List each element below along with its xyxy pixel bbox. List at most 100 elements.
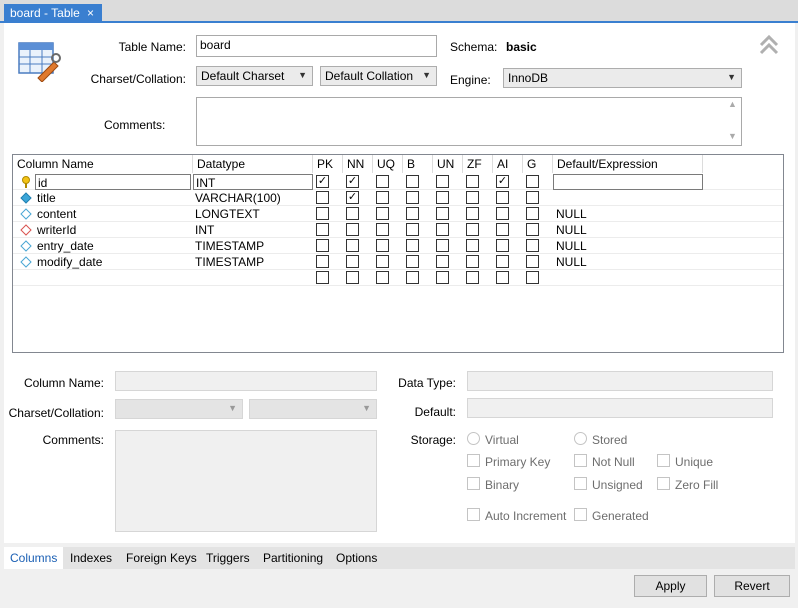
uq-checkbox[interactable] — [376, 191, 389, 204]
datatype-cell[interactable]: TIMESTAMP — [193, 238, 313, 254]
ai-checkbox[interactable] — [496, 239, 509, 252]
scroll-up-icon[interactable]: ▲ — [728, 99, 737, 109]
ai-checkbox[interactable] — [496, 191, 509, 204]
zf-checkbox[interactable] — [466, 191, 479, 204]
uq-checkbox[interactable] — [376, 239, 389, 252]
pk-checkbox[interactable] — [316, 207, 329, 220]
pk-checkbox[interactable] — [316, 191, 329, 204]
pk-checkbox[interactable] — [316, 223, 329, 236]
pk-checkbox[interactable]: ✓ — [316, 175, 329, 188]
datatype-cell[interactable]: INT — [193, 174, 313, 190]
un-checkbox[interactable] — [436, 223, 449, 236]
zf-checkbox[interactable] — [466, 271, 479, 284]
columns-grid[interactable]: Column Name Datatype PK NN UQ B UN ZF AI… — [12, 154, 784, 353]
tab-indexes[interactable]: Indexes — [64, 547, 118, 569]
engine-select[interactable]: InnoDB ▼ — [503, 68, 742, 88]
b-checkbox[interactable] — [406, 271, 419, 284]
datatype-cell[interactable]: INT — [193, 222, 313, 238]
un-checkbox[interactable] — [436, 207, 449, 220]
default-expression-cell[interactable] — [553, 174, 703, 190]
default-expression-cell[interactable]: NULL — [553, 222, 703, 238]
datatype-cell[interactable]: TIMESTAMP — [193, 254, 313, 270]
b-checkbox[interactable] — [406, 175, 419, 188]
pk-checkbox[interactable] — [316, 255, 329, 268]
comments-scrollbar[interactable]: ▲ ▼ — [725, 98, 741, 145]
b-checkbox[interactable] — [406, 239, 419, 252]
scroll-down-icon[interactable]: ▼ — [728, 131, 737, 141]
collation-select[interactable]: Default Collation ▼ — [320, 66, 437, 86]
default-expression-cell[interactable]: NULL — [553, 206, 703, 222]
nn-checkbox[interactable] — [346, 271, 359, 284]
table-row[interactable]: modify_date TIMESTAMP NULL — [13, 254, 783, 270]
nn-checkbox[interactable] — [346, 239, 359, 252]
binary-checkbox[interactable] — [467, 477, 480, 490]
zero-fill-checkbox[interactable] — [657, 477, 670, 490]
column-name-cell[interactable]: title — [35, 190, 191, 206]
table-row[interactable]: entry_date TIMESTAMP NULL — [13, 238, 783, 254]
uq-checkbox[interactable] — [376, 271, 389, 284]
g-checkbox[interactable] — [526, 207, 539, 220]
nn-checkbox[interactable] — [346, 255, 359, 268]
column-name-cell[interactable]: content — [35, 206, 191, 222]
table-row[interactable]: id INT ✓ ✓ ✓ — [13, 174, 783, 190]
table-editor-tab[interactable]: board - Table × — [4, 4, 102, 23]
unique-checkbox[interactable] — [657, 454, 670, 467]
ai-checkbox[interactable]: ✓ — [496, 175, 509, 188]
unsigned-checkbox[interactable] — [574, 477, 587, 490]
generated-checkbox[interactable] — [574, 508, 587, 521]
data-type-input[interactable] — [467, 371, 773, 391]
close-tab-icon[interactable]: × — [87, 6, 94, 20]
g-checkbox[interactable] — [526, 175, 539, 188]
detail-comments-textarea[interactable] — [115, 430, 377, 532]
g-checkbox[interactable] — [526, 239, 539, 252]
pk-checkbox[interactable] — [316, 239, 329, 252]
double-chevron-up-icon[interactable] — [758, 34, 780, 56]
un-checkbox[interactable] — [436, 191, 449, 204]
tab-triggers[interactable]: Triggers — [200, 547, 256, 569]
table-comments-textarea[interactable]: ▲ ▼ — [196, 97, 742, 146]
default-expression-cell[interactable]: NULL — [553, 254, 703, 270]
default-input[interactable] — [467, 398, 773, 418]
detail-charset-select[interactable]: ▼ — [115, 399, 243, 419]
column-name-cell[interactable]: modify_date — [35, 254, 191, 270]
revert-button[interactable]: Revert — [714, 575, 790, 597]
ai-checkbox[interactable] — [496, 207, 509, 220]
column-name-input[interactable] — [115, 371, 377, 391]
table-row[interactable] — [13, 270, 783, 286]
column-name-cell[interactable]: entry_date — [35, 238, 191, 254]
column-name-cell[interactable]: id — [35, 174, 191, 190]
uq-checkbox[interactable] — [376, 223, 389, 236]
table-name-input[interactable]: board — [196, 35, 437, 57]
g-checkbox[interactable] — [526, 191, 539, 204]
datatype-cell[interactable]: LONGTEXT — [193, 206, 313, 222]
un-checkbox[interactable] — [436, 255, 449, 268]
zf-checkbox[interactable] — [466, 207, 479, 220]
apply-button[interactable]: Apply — [634, 575, 707, 597]
nn-checkbox[interactable] — [346, 207, 359, 220]
not-null-checkbox[interactable] — [574, 454, 587, 467]
charset-select[interactable]: Default Charset ▼ — [196, 66, 313, 86]
auto-increment-checkbox[interactable] — [467, 508, 480, 521]
un-checkbox[interactable] — [436, 271, 449, 284]
tab-foreign-keys[interactable]: Foreign Keys — [120, 547, 203, 569]
uq-checkbox[interactable] — [376, 255, 389, 268]
tab-columns[interactable]: Columns — [4, 547, 64, 569]
ai-checkbox[interactable] — [496, 255, 509, 268]
b-checkbox[interactable] — [406, 223, 419, 236]
datatype-cell[interactable]: VARCHAR(100) — [193, 190, 313, 206]
g-checkbox[interactable] — [526, 255, 539, 268]
default-expression-cell[interactable] — [553, 190, 703, 206]
b-checkbox[interactable] — [406, 207, 419, 220]
un-checkbox[interactable] — [436, 175, 449, 188]
tab-partitioning[interactable]: Partitioning — [257, 547, 329, 569]
ai-checkbox[interactable] — [496, 223, 509, 236]
b-checkbox[interactable] — [406, 255, 419, 268]
zf-checkbox[interactable] — [466, 255, 479, 268]
uq-checkbox[interactable] — [376, 207, 389, 220]
uq-checkbox[interactable] — [376, 175, 389, 188]
zf-checkbox[interactable] — [466, 223, 479, 236]
g-checkbox[interactable] — [526, 223, 539, 236]
nn-checkbox[interactable] — [346, 223, 359, 236]
stored-radio[interactable] — [574, 432, 587, 445]
virtual-radio[interactable] — [467, 432, 480, 445]
